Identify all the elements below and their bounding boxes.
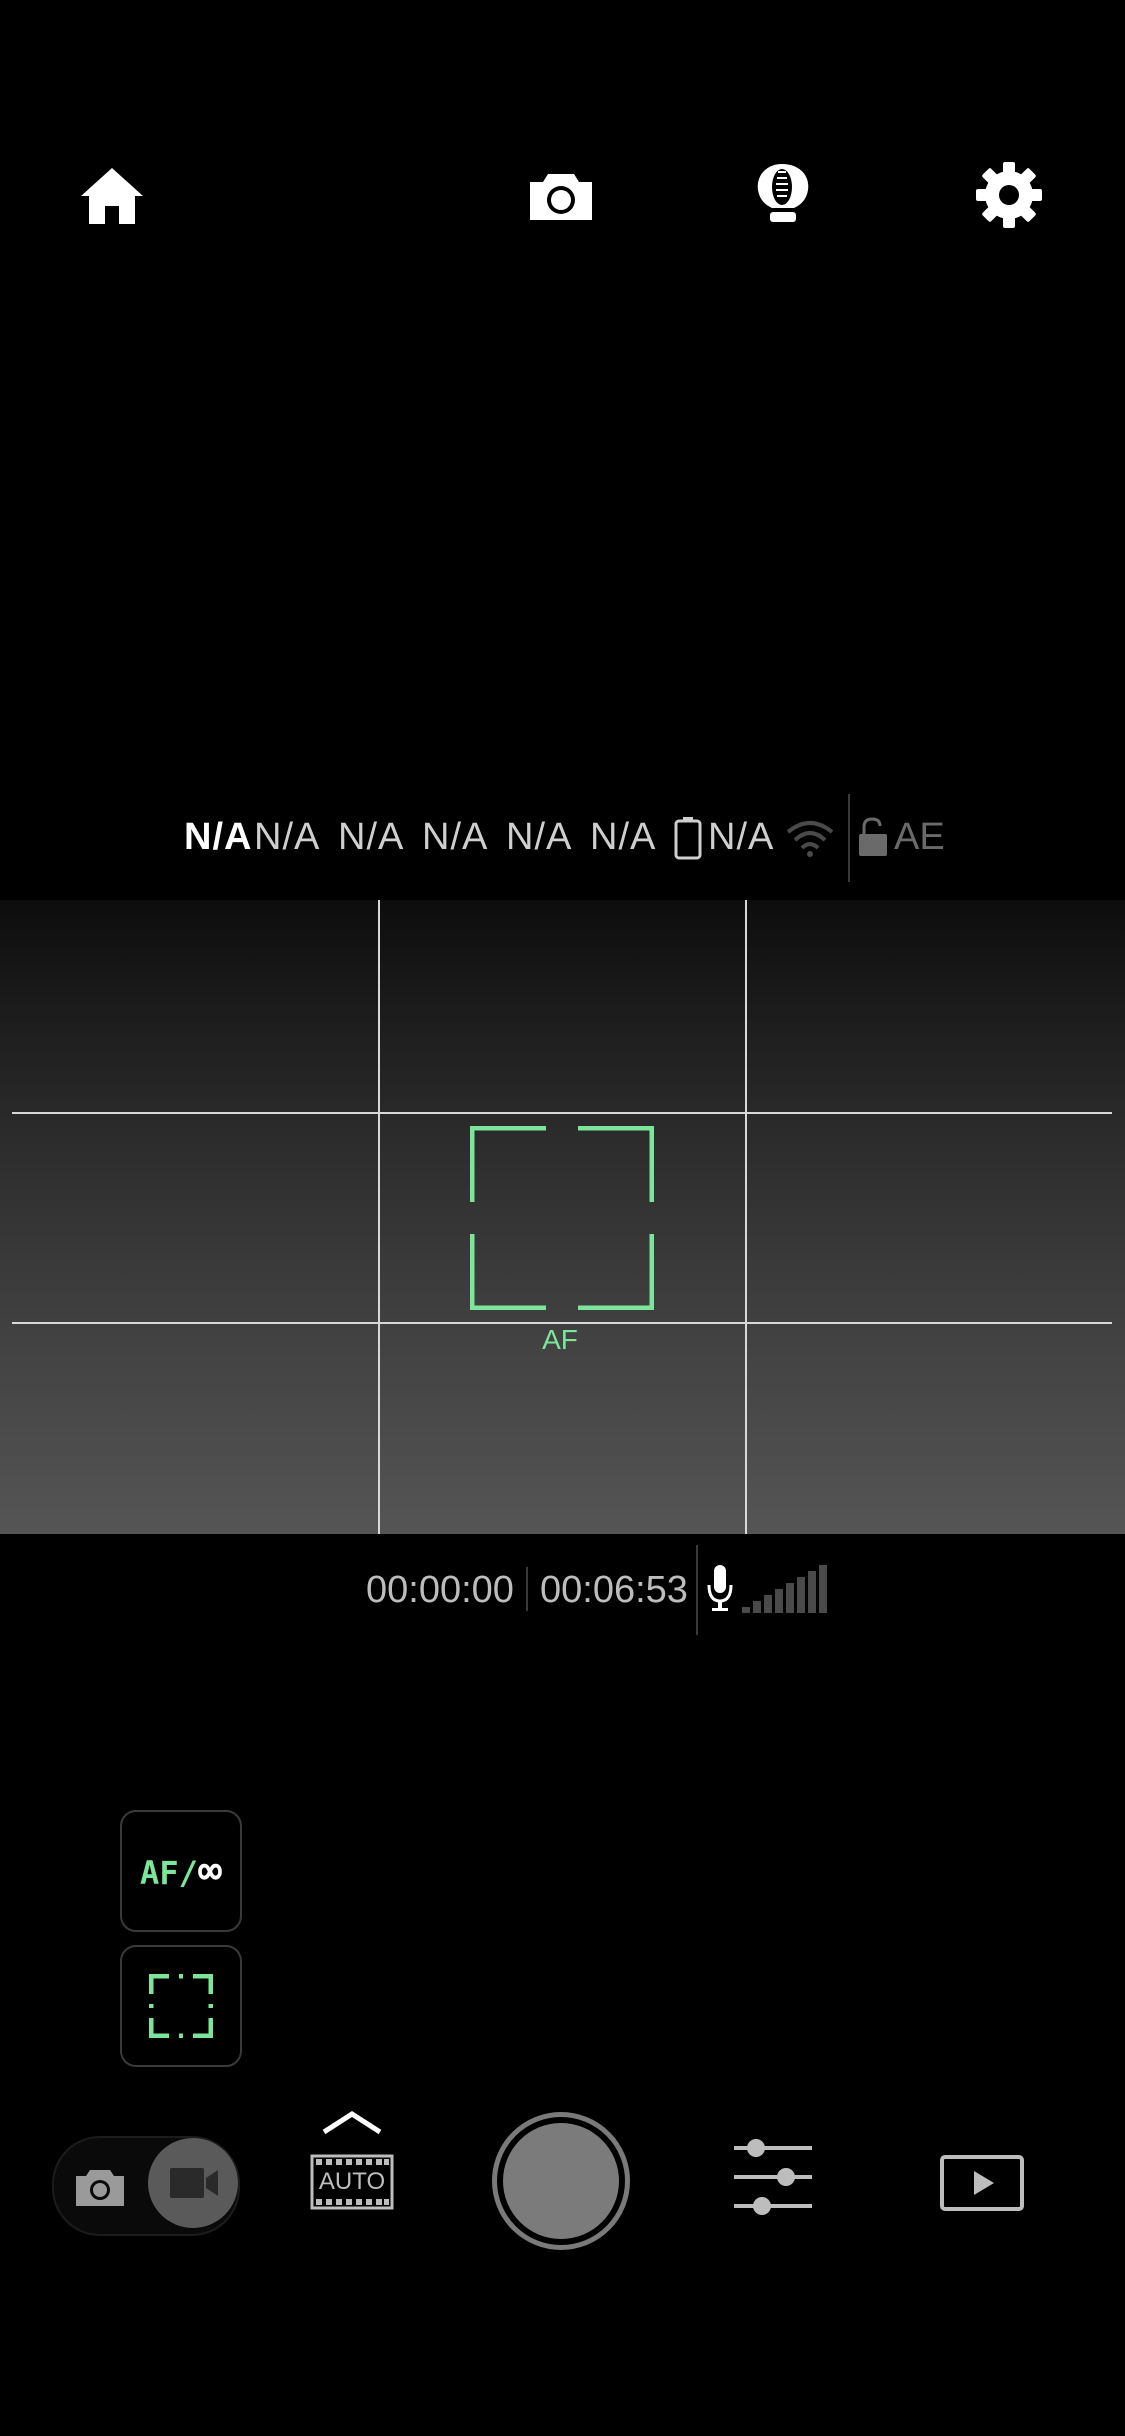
- focus-mode-button[interactable]: AF/∞: [120, 1810, 242, 1932]
- battery-value: N/A: [708, 816, 775, 858]
- focus-mode-separator: /: [178, 1854, 198, 1892]
- scene-mode-label: AUTO: [318, 2168, 386, 2195]
- home-icon[interactable]: [77, 160, 147, 230]
- focus-mode-af: AF: [140, 1854, 179, 1892]
- status-value-2: N/A: [254, 816, 321, 858]
- focus-frame[interactable]: [469, 1125, 655, 1311]
- recording-status: 00:00:00 00:06:53: [0, 1545, 1125, 1635]
- battery-icon: [674, 816, 702, 860]
- status-value-4: N/A: [422, 816, 489, 858]
- status-value-6: N/A: [590, 816, 657, 858]
- stabilizer-icon[interactable]: [748, 160, 818, 230]
- audio-level-meter: [740, 1561, 840, 1615]
- scene-mode-button[interactable]: AUTO: [310, 2154, 394, 2210]
- grid-line-v1: [378, 900, 380, 1534]
- status-value-1: N/A: [184, 816, 253, 858]
- video-mode-knob[interactable]: [148, 2138, 238, 2228]
- playback-icon[interactable]: [940, 2155, 1024, 2211]
- grid-line-h1: [12, 1112, 1112, 1114]
- microphone-icon: [706, 1563, 734, 1613]
- wifi-icon: [786, 820, 834, 858]
- adjustments-icon[interactable]: [732, 2136, 814, 2218]
- record-button-inner: [503, 2123, 619, 2239]
- grid-line-v2: [745, 900, 747, 1534]
- photo-mode-icon[interactable]: [74, 2164, 126, 2208]
- ae-label[interactable]: AE: [894, 816, 945, 859]
- af-label: AF: [542, 1324, 578, 1355]
- chevron-up-icon[interactable]: [320, 2110, 384, 2136]
- focus-area-button[interactable]: [120, 1945, 242, 2067]
- status-bar: N/A N/A N/A N/A N/A N/A N/A AE: [0, 790, 1125, 890]
- photo-video-toggle[interactable]: [52, 2136, 240, 2236]
- video-mode-icon: [168, 2164, 220, 2202]
- settings-icon[interactable]: [974, 160, 1044, 230]
- focus-area-icon: [148, 1973, 214, 2039]
- infinity-label: ∞: [197, 1848, 222, 1894]
- status-value-5: N/A: [506, 816, 573, 858]
- camera-icon[interactable]: [526, 160, 596, 230]
- viewfinder[interactable]: AF: [0, 900, 1125, 1534]
- ae-lock-icon[interactable]: [858, 816, 888, 858]
- elapsed-time: 00:00:00: [366, 1569, 514, 1611]
- record-button[interactable]: [492, 2112, 630, 2250]
- remaining-time: 00:06:53: [540, 1569, 688, 1611]
- status-value-3: N/A: [338, 816, 405, 858]
